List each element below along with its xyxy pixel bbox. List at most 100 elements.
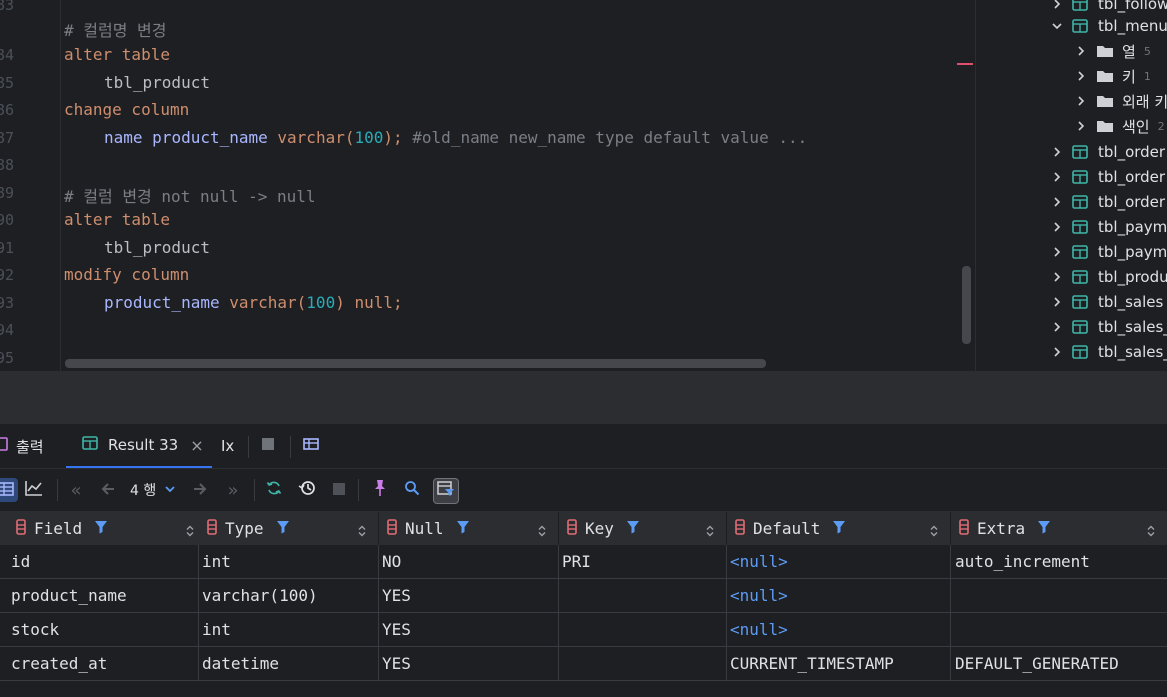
table-row[interactable]: id int NO PRI <null> auto_increment [0,545,1167,579]
tab-result[interactable]: Result 33 × [66,424,212,468]
panel-separator[interactable] [0,371,1167,424]
page-size-dropdown[interactable]: 4 행 [130,478,182,502]
sql-editor[interactable]: 83 84 85 86 87 88 89 90 91 92 93 94 95 #… [0,0,975,371]
table-cell[interactable]: <null> [726,579,950,612]
chevron-right-icon[interactable] [1050,0,1064,11]
chevron-right-icon[interactable] [1050,320,1064,334]
table-row[interactable]: stock int YES <null> [0,613,1167,647]
column-header-field[interactable]: Field [0,512,207,545]
tab-output[interactable]: 출력 [0,424,44,468]
sort-icon[interactable] [538,522,546,541]
vertical-scrollbar[interactable] [962,266,971,344]
sort-icon[interactable] [930,522,938,541]
chevron-right-icon[interactable] [1050,145,1064,159]
chevron-right-icon[interactable] [1074,119,1088,133]
table-cell[interactable]: int [198,613,378,646]
table-cell[interactable]: created_at [7,647,197,680]
table-cell[interactable]: <null> [726,613,950,646]
filter-icon[interactable] [832,519,846,538]
chevron-right-icon[interactable] [1050,270,1064,284]
code-line: modify column [64,265,189,284]
table-cell[interactable]: YES [378,613,558,646]
sort-icon[interactable] [358,522,366,541]
column-header-extra[interactable]: Extra [951,512,1167,545]
chevron-right-icon[interactable] [1050,195,1064,209]
column-header-type[interactable]: Type [199,512,379,545]
pin-button[interactable] [368,478,392,502]
table-view-button[interactable] [0,478,18,502]
table-cell[interactable] [951,613,1167,646]
first-page-button[interactable]: « [64,478,88,502]
tree-item-table[interactable]: tbl_produ [1050,265,1167,289]
table-cell[interactable]: stock [7,613,197,646]
chevron-right-icon[interactable] [1050,220,1064,234]
chevron-right-icon[interactable] [1050,295,1064,309]
column-header-default[interactable]: Default [727,512,951,545]
stop-button[interactable] [261,424,275,468]
filter-icon[interactable] [1037,519,1051,538]
tree-item-table[interactable]: tbl_menu [1050,14,1167,38]
chevron-right-icon[interactable] [1050,245,1064,259]
table-cell[interactable]: <null> [726,545,950,578]
tree-item-table[interactable]: tbl_order [1050,190,1165,214]
table-row[interactable]: created_at datetime YES CURRENT_TIMESTAM… [0,647,1167,681]
refresh-button[interactable] [262,478,286,502]
table-cell[interactable]: varchar(100) [198,579,378,612]
horizontal-scrollbar[interactable] [65,359,766,368]
table-cell[interactable]: int [198,545,378,578]
next-page-button[interactable] [188,478,212,502]
tree-item-table[interactable]: tbl_paym [1050,215,1167,239]
tree-item-folder[interactable]: 외래 키 [1074,89,1167,113]
tree-item-table[interactable]: tbl_sales [1050,290,1163,314]
layout-button[interactable] [303,424,319,468]
table-cell[interactable]: auto_increment [951,545,1167,578]
tree-item-table[interactable]: tbl_order [1050,140,1165,164]
table-cell[interactable]: datetime [198,647,378,680]
table-cell[interactable] [951,579,1167,612]
column-header-key[interactable]: Key [559,512,727,545]
chevron-right-icon[interactable] [1074,44,1088,58]
table-cell[interactable]: PRI [558,545,726,578]
prev-page-button[interactable] [96,478,120,502]
filter-icon[interactable] [94,519,108,538]
filter-view-button[interactable] [433,478,459,504]
history-button[interactable] [295,478,319,502]
sort-icon[interactable] [1147,522,1155,541]
sort-icon[interactable] [706,522,714,541]
table-cell[interactable]: product_name [7,579,197,612]
table-cell[interactable] [558,613,726,646]
filter-icon[interactable] [276,519,290,538]
tab-tx[interactable]: Ix [221,424,234,468]
last-page-button[interactable]: » [221,478,245,502]
table-cell[interactable]: YES [378,647,558,680]
tree-item-folder[interactable]: 색인 2 [1074,114,1165,138]
table-cell[interactable]: id [7,545,197,578]
table-row[interactable]: product_name varchar(100) YES <null> [0,579,1167,613]
tree-item-table[interactable]: tbl_paym [1050,240,1167,264]
table-cell[interactable]: NO [378,545,558,578]
chevron-right-icon[interactable] [1050,170,1064,184]
table-cell[interactable]: YES [378,579,558,612]
search-button[interactable] [400,478,424,502]
tree-item-table[interactable]: tbl_order [1050,165,1165,189]
table-cell[interactable]: DEFAULT_GENERATED [951,647,1167,680]
stop-query-button[interactable] [327,478,351,502]
error-marker[interactable] [957,63,973,65]
chevron-right-icon[interactable] [1074,94,1088,108]
sort-icon[interactable] [186,522,194,541]
chevron-right-icon[interactable] [1050,345,1064,359]
filter-icon[interactable] [626,519,640,538]
filter-icon[interactable] [456,519,470,538]
column-header-null[interactable]: Null [379,512,559,545]
table-cell[interactable]: CURRENT_TIMESTAMP [726,647,950,680]
table-cell[interactable] [558,579,726,612]
tree-item-folder[interactable]: 열5 [1074,39,1151,63]
tree-item-folder[interactable]: 키1 [1074,64,1151,88]
tree-item-table[interactable]: tbl_sales_ [1050,315,1167,339]
chevron-down-icon[interactable] [1050,19,1064,33]
chart-view-button[interactable] [22,478,46,502]
tree-item-table[interactable]: tbl_sales_ [1050,340,1167,364]
chevron-right-icon[interactable] [1074,69,1088,83]
table-cell[interactable] [558,647,726,680]
close-icon[interactable]: × [190,436,203,455]
